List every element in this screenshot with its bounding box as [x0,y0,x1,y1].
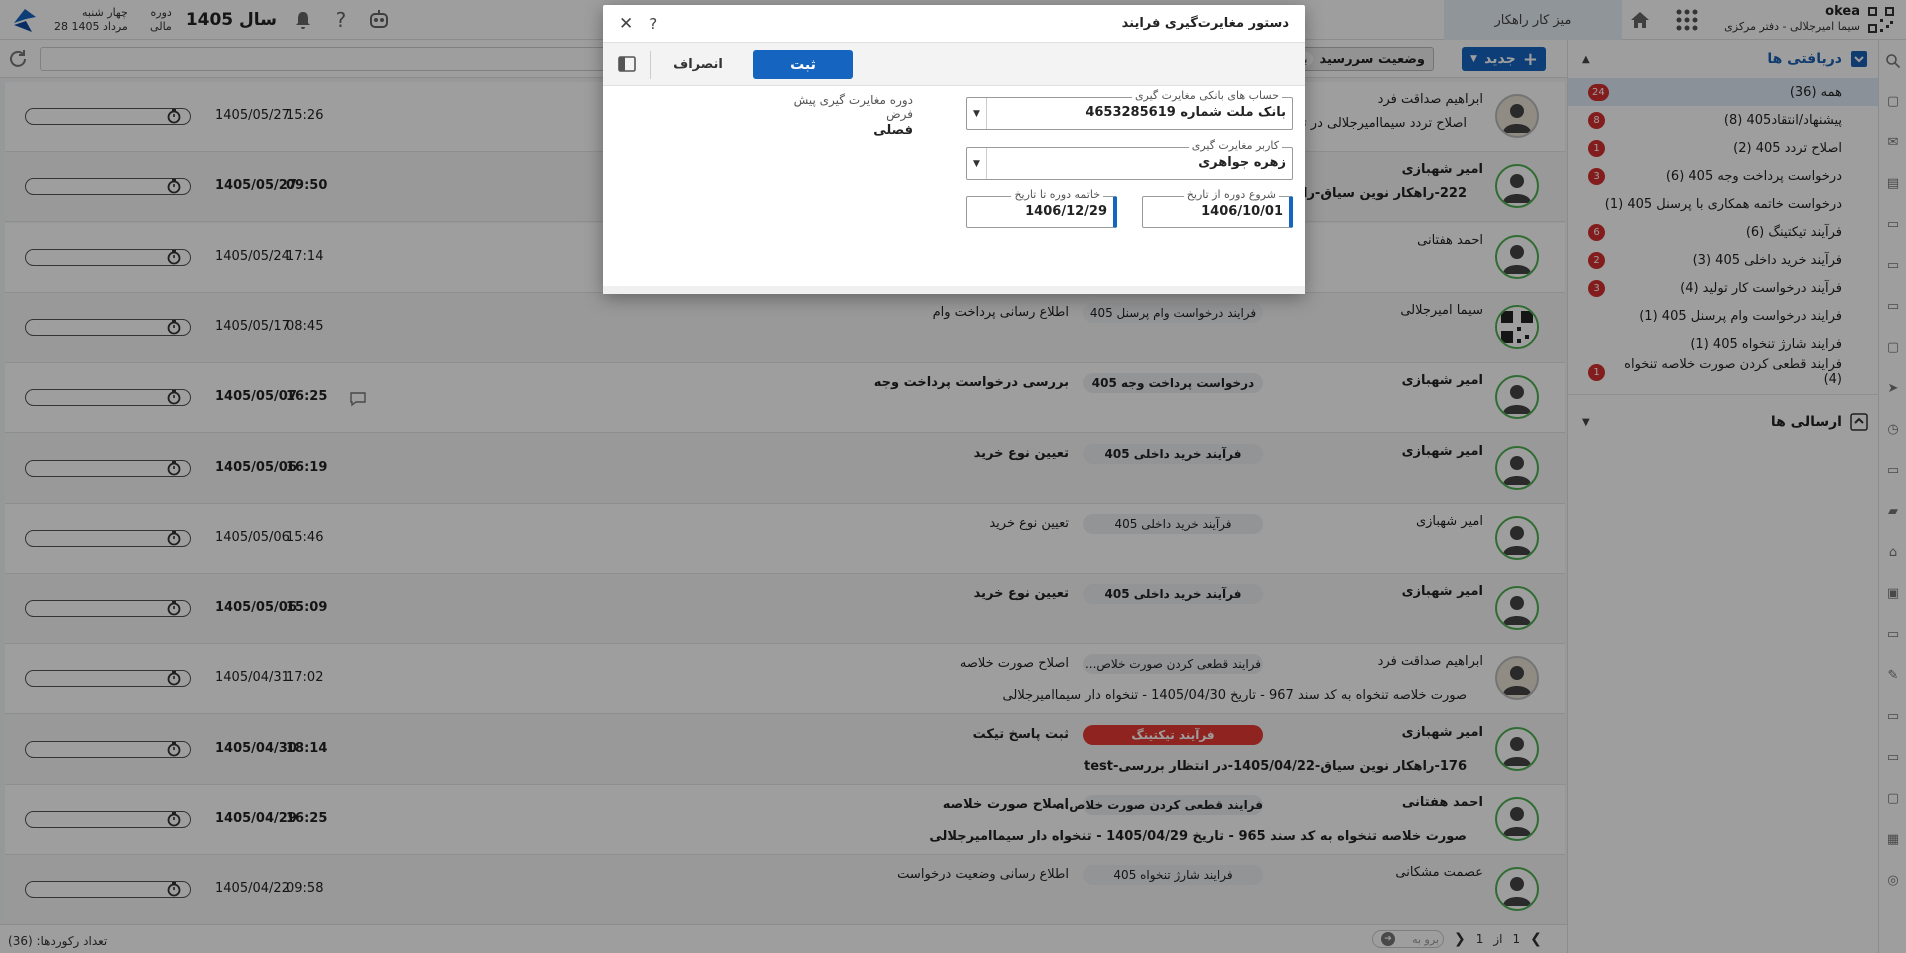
bank-account-value: بانک ملت شماره 4653285619 [1085,105,1286,120]
save-button[interactable]: ثبت [753,50,853,79]
reconcile-user-value: زهره جواهری [1198,155,1286,170]
reconciliation-dialog: دستور مغایرت‌گیری فرایند ? ✕ ثبت انصراف … [603,5,1305,294]
start-date-value: 1406/10/01 [1201,204,1283,219]
bank-account-label: حساب های بانکی مغایرت گیری [1131,89,1282,103]
close-icon[interactable]: ✕ [619,14,633,34]
dialog-header: دستور مغایرت‌گیری فرایند ? ✕ [603,5,1305,42]
dialog-footer [603,286,1305,294]
start-date-label: شروع دوره از تاریخ [1183,188,1279,202]
side-panel-icon[interactable] [617,54,637,74]
divider [650,51,651,79]
chevron-down-icon[interactable]: ▼ [967,148,987,179]
start-date-field[interactable]: شروع دوره از تاریخ 1406/10/01 [1142,188,1293,228]
bank-account-select[interactable]: حساب های بانکی مغایرت گیری بانک ملت شمار… [966,89,1293,130]
default-period-label: دوره مغایرت گیری پیش فرض [793,93,913,121]
end-date-value: 1406/12/29 [1025,204,1107,219]
reconcile-user-select[interactable]: کاربر مغایرت گیری زهره جواهری ▼ [966,139,1293,180]
end-date-label: خاتمه دوره تا تاریخ [1011,188,1103,202]
dialog-actions: ثبت انصراف [603,42,1305,86]
default-period-value: فصلی [873,123,913,138]
cancel-button[interactable]: انصراف [653,50,743,79]
reconcile-user-label: کاربر مغایرت گیری [1188,139,1282,153]
dialog-title: دستور مغایرت‌گیری فرایند [1121,16,1289,31]
chevron-down-icon[interactable]: ▼ [967,98,987,129]
help-icon[interactable]: ? [649,15,657,33]
default-period: دوره مغایرت گیری پیش فرض فصلی [783,93,913,138]
end-date-field[interactable]: خاتمه دوره تا تاریخ 1406/12/29 [966,188,1117,228]
